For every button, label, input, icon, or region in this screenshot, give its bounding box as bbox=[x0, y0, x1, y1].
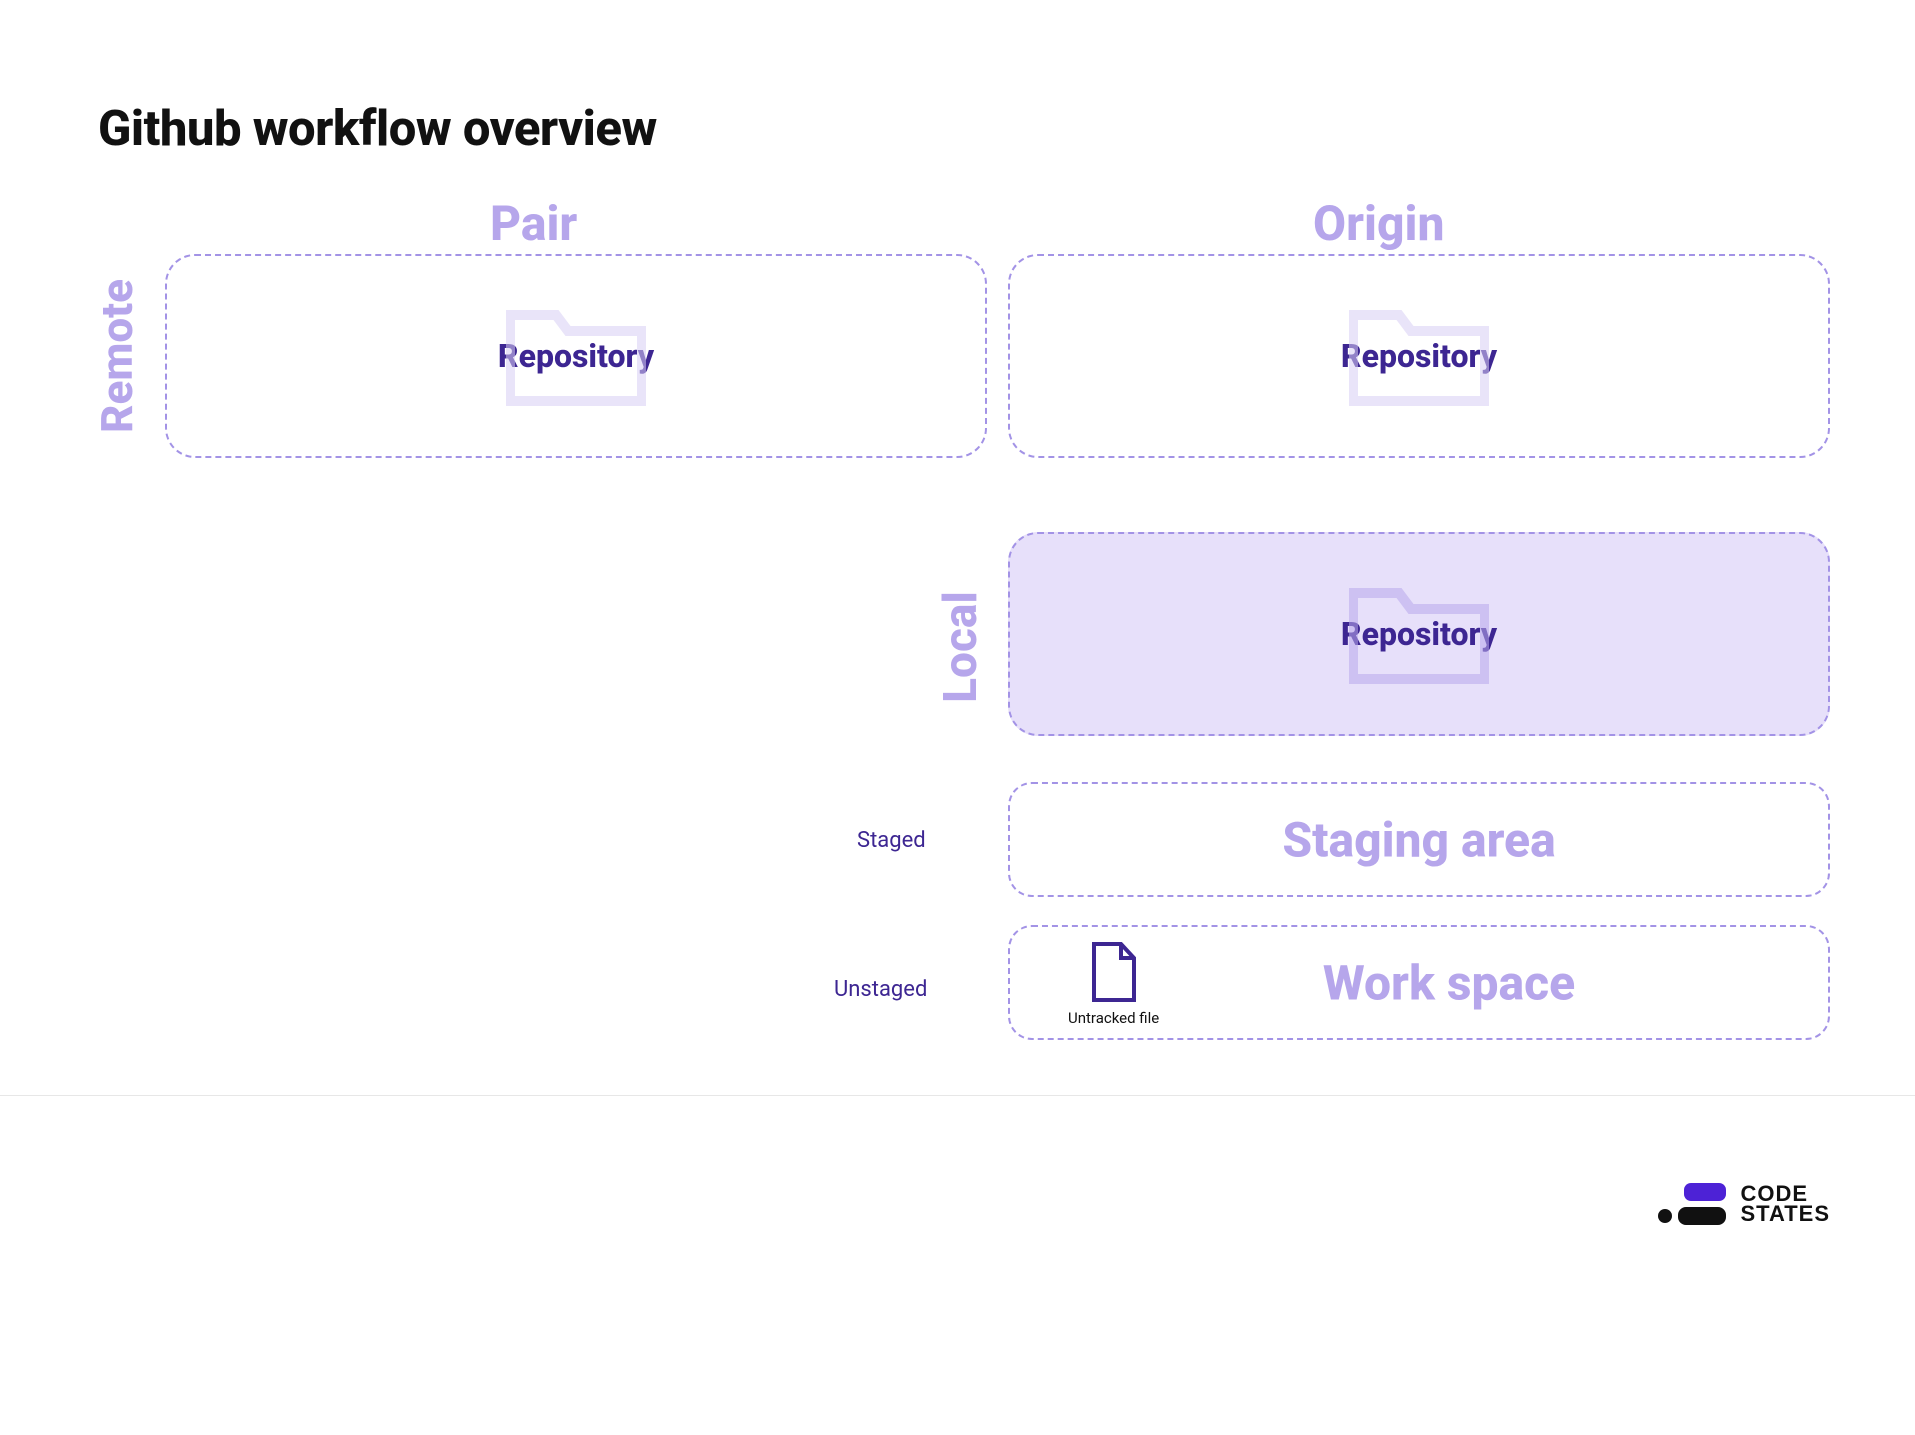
folder-icon bbox=[506, 301, 646, 411]
remote-label: Remote bbox=[91, 279, 143, 433]
local-repository-box: Repository bbox=[1008, 532, 1830, 736]
brand-text-line2: STATES bbox=[1740, 1204, 1830, 1224]
pair-repository-box: Repository bbox=[165, 254, 987, 458]
brand-logo: CODE STATES bbox=[1658, 1183, 1830, 1225]
page-title: Github workflow overview bbox=[98, 100, 657, 157]
workspace-box: Untracked file Work space bbox=[1008, 925, 1830, 1040]
brand-logo-mark bbox=[1658, 1183, 1726, 1225]
staging-area-text: Staging area bbox=[1010, 811, 1828, 868]
origin-repository-box: Repository bbox=[1008, 254, 1830, 458]
local-label: Local bbox=[934, 591, 988, 703]
workspace-text: Work space bbox=[1010, 954, 1828, 1011]
origin-label: Origin bbox=[1313, 195, 1444, 252]
unstaged-label: Unstaged bbox=[834, 977, 927, 1002]
folder-icon bbox=[1349, 579, 1489, 689]
staged-label: Staged bbox=[857, 828, 926, 853]
pair-label: Pair bbox=[490, 195, 577, 252]
staging-area-box: Staging area bbox=[1008, 782, 1830, 897]
footer-divider bbox=[0, 1095, 1915, 1096]
folder-icon bbox=[1349, 301, 1489, 411]
file-caption: Untracked file bbox=[1068, 1009, 1159, 1027]
